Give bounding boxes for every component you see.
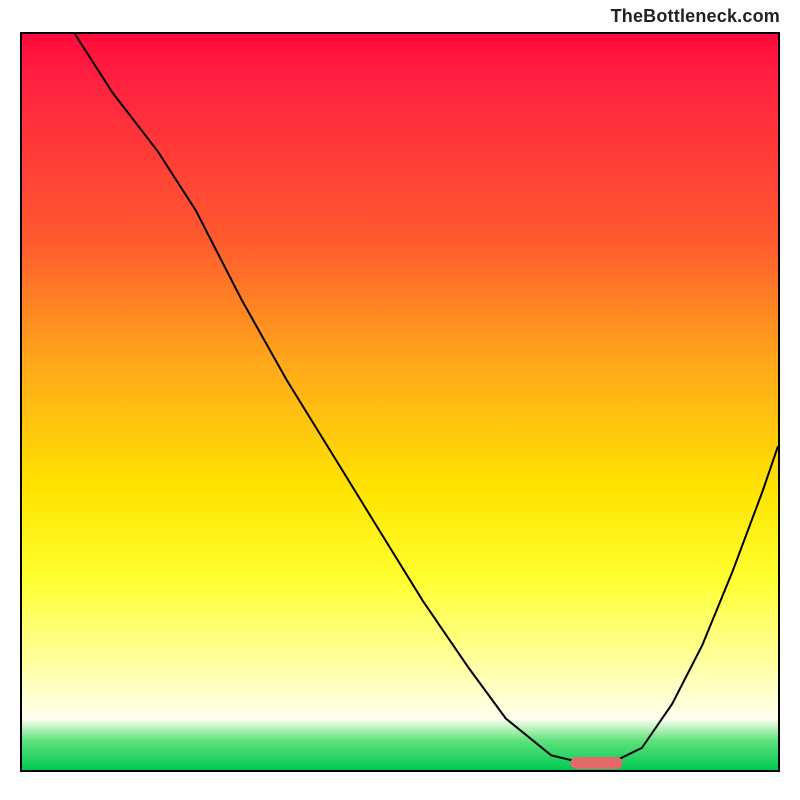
bottleneck-curve-path: [75, 34, 778, 763]
plot-area: [20, 32, 780, 772]
optimal-marker: [570, 757, 623, 769]
chart-container: TheBottleneck.com: [0, 0, 800, 800]
curve-layer: [22, 34, 778, 770]
watermark-text: TheBottleneck.com: [611, 6, 780, 27]
